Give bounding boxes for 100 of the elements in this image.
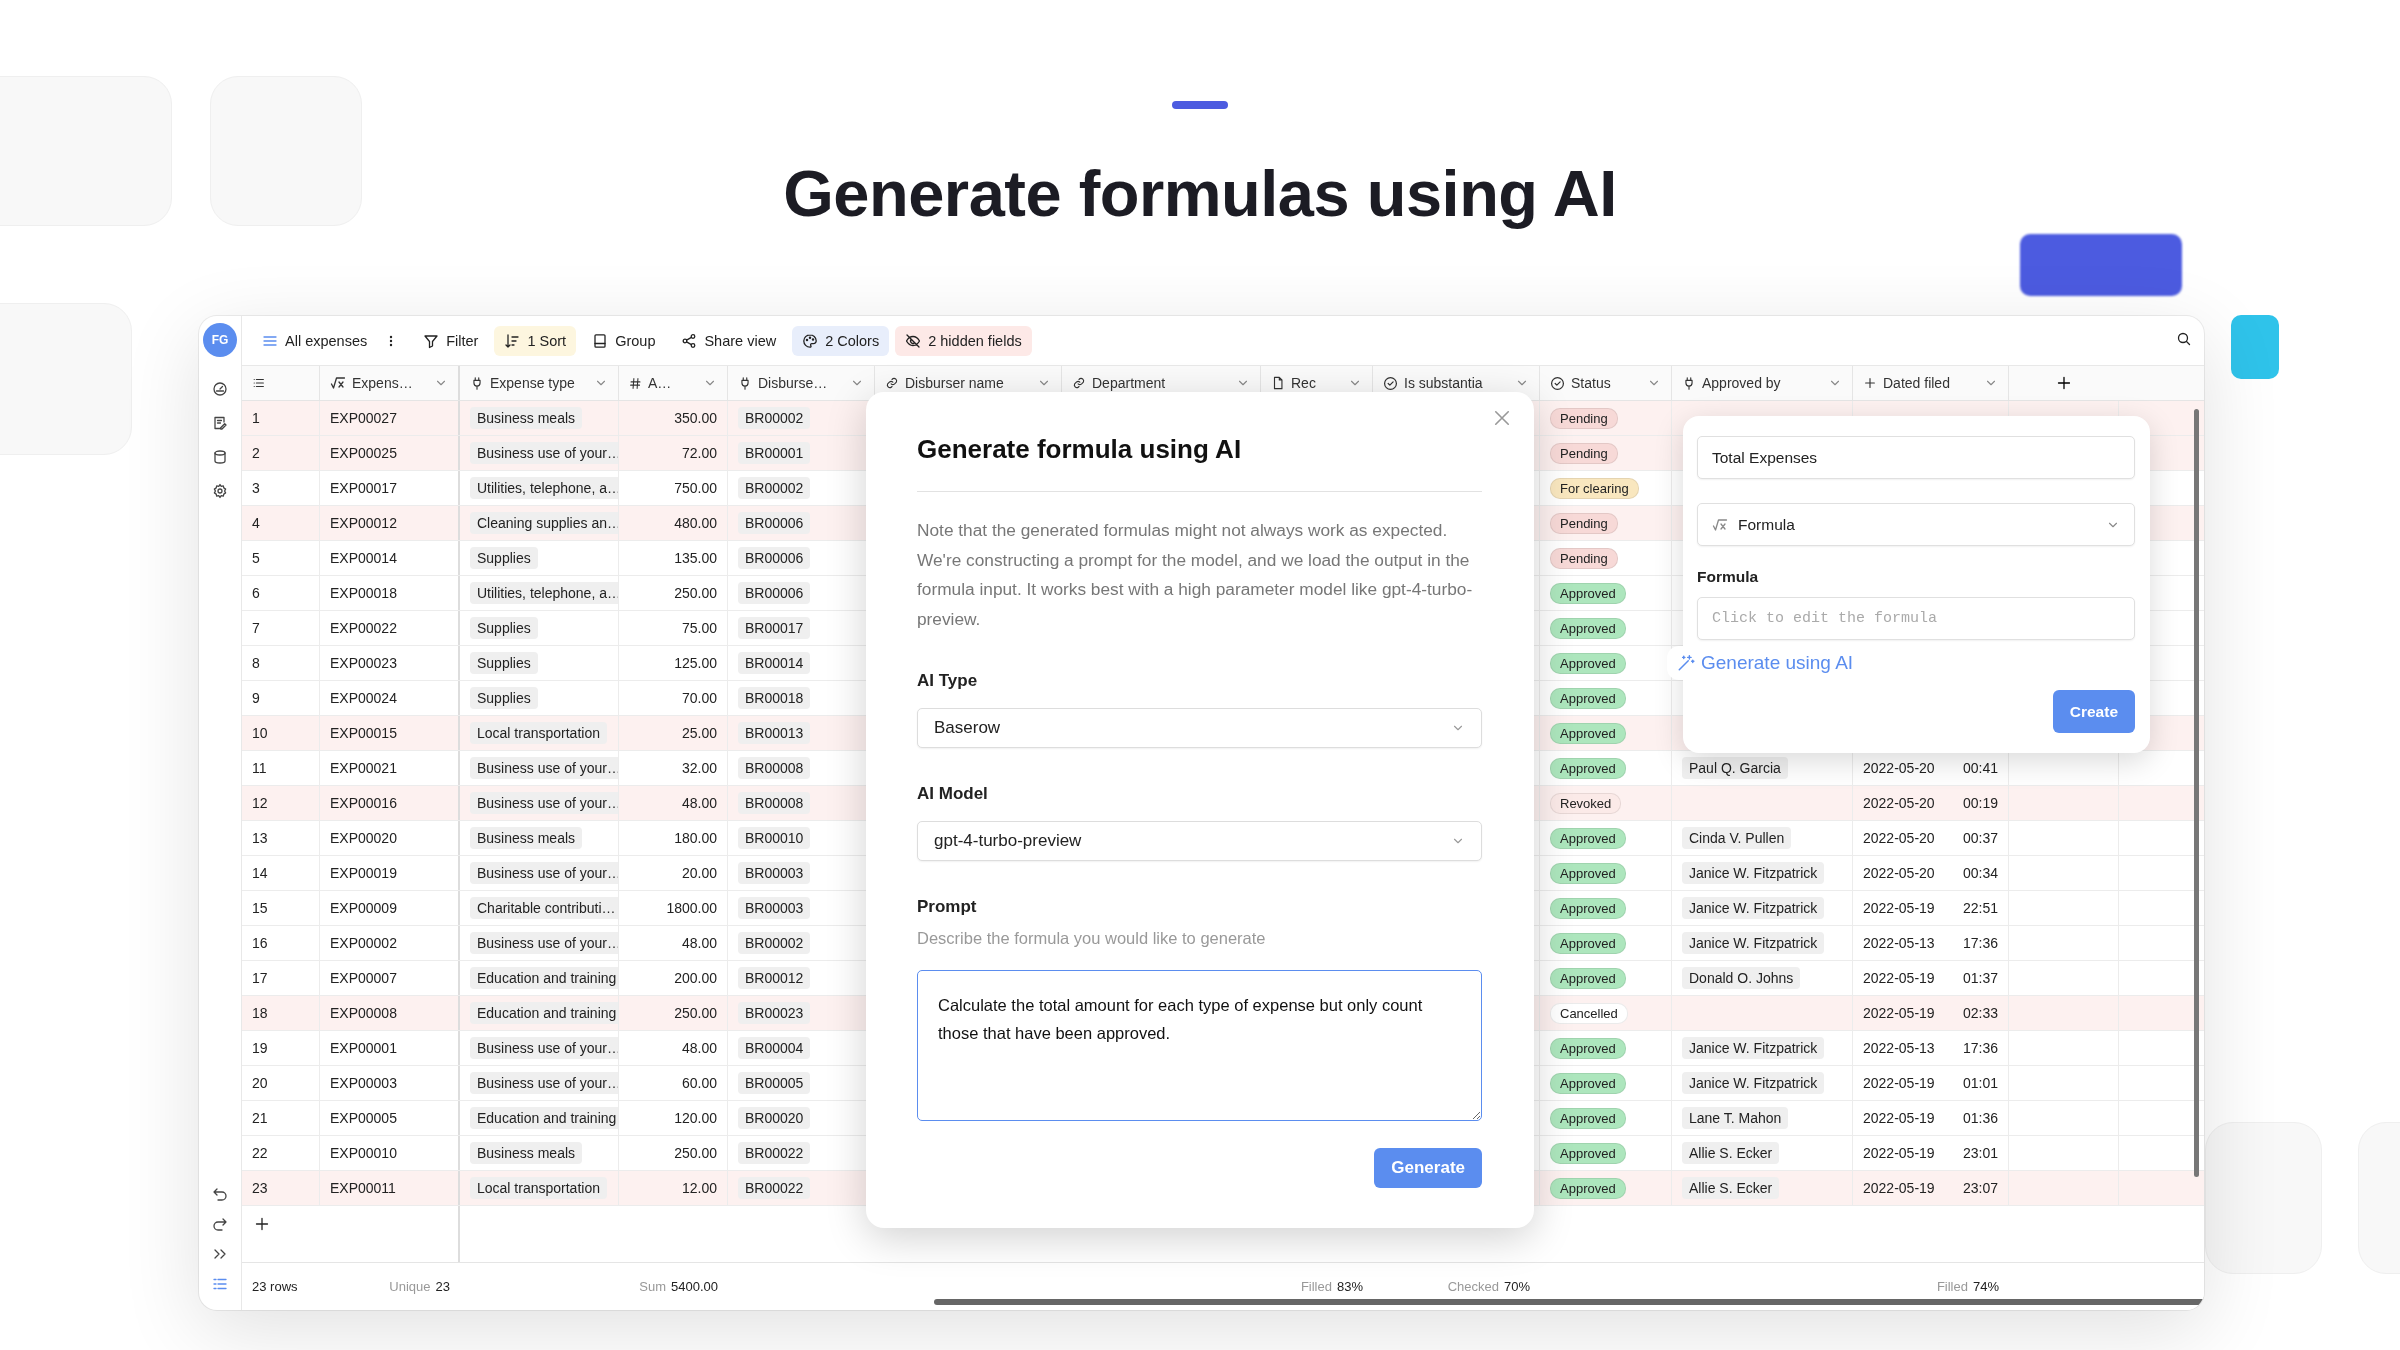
table-cell: 750.00 (619, 471, 728, 505)
status-badge: Pending (1550, 407, 1618, 429)
approver-chip: Cinda V. Pullen (1682, 827, 1792, 849)
table-cell: 70.00 (619, 681, 728, 715)
status-badge: Pending (1550, 547, 1618, 569)
column-header[interactable]: Expense type (460, 366, 619, 400)
table-cell: 72.00 (619, 436, 728, 470)
field-type-dropdown[interactable]: Formula (1697, 503, 2135, 546)
filter-icon (423, 332, 440, 349)
status-badge: Approved (1550, 687, 1626, 709)
disburse-chip: BR00004 (738, 1037, 811, 1059)
status-badge: Approved (1550, 932, 1626, 954)
approver-chip: Allie S. Ecker (1682, 1142, 1780, 1164)
row-number: 5 (242, 541, 320, 575)
share-button[interactable]: Share view (671, 325, 787, 356)
table-cell: 180.00 (619, 821, 728, 855)
time-text: 00:19 (1962, 795, 1998, 811)
plus-icon (2056, 375, 2072, 391)
table-cell: 250.00 (619, 1136, 728, 1170)
footer-label: Filled (1300, 1279, 1332, 1294)
field-label: Prompt (917, 897, 978, 918)
sort-icon (504, 332, 521, 349)
horizontal-scrollbar[interactable] (934, 1299, 2204, 1305)
row-number: 21 (242, 1101, 320, 1135)
disburse-chip: BR00020 (738, 1107, 811, 1129)
formula-icon (1712, 516, 1728, 533)
dropdown-field[interactable]: gpt-4-turbo-preview (917, 820, 1482, 862)
accent-bar (1172, 101, 1228, 109)
undo-icon (212, 1186, 228, 1202)
column-header[interactable]: Approved by (1672, 366, 1853, 400)
view-selector[interactable]: All expenses (262, 325, 378, 356)
sort-button[interactable]: 1 Sort (494, 325, 577, 356)
expense-type-chip: Local transportation (470, 722, 607, 744)
status-badge: Cancelled (1550, 1002, 1628, 1024)
disburse-chip: BR00022 (738, 1142, 811, 1164)
date-text: 2022-05-20 (1863, 865, 1935, 881)
table-cell: 32.00 (619, 751, 728, 785)
footer-value: 70% (1503, 1279, 1530, 1294)
prompt-field[interactable]: Calculate the total amount for each type of expense but only count those that have been approved. (917, 970, 1482, 1122)
group-icon (592, 332, 609, 349)
table-cell: 75.00 (619, 611, 728, 645)
time-text: 02:33 (1962, 1005, 1998, 1021)
disburse-chip: BR00014 (738, 652, 811, 674)
plus-icon (1863, 376, 1877, 390)
table-cell: 125.00 (619, 646, 728, 680)
table-cell: 12.00 (619, 1171, 728, 1205)
close-icon (1492, 408, 1512, 428)
time-text: 00:41 (1962, 760, 1998, 776)
expense-type-chip: Business meals (470, 827, 583, 849)
dashboard-icon (212, 381, 228, 397)
row-number: 18 (242, 996, 320, 1030)
footer-label: Unique (389, 1279, 431, 1294)
approver-chip: Janice W. Fitzpatrick (1682, 862, 1825, 884)
formula-icon (330, 375, 346, 391)
status-badge: Approved (1550, 1107, 1626, 1129)
row-number: 13 (242, 821, 320, 855)
time-text: 17:36 (1962, 935, 1998, 951)
column-header[interactable]: Dated filed (1853, 366, 2009, 400)
dropdown-field[interactable]: Baserow (917, 707, 1482, 748)
date-text: 2022-05-19 (1863, 1180, 1935, 1196)
footer-label: Filled (1936, 1279, 1968, 1294)
filter-button[interactable]: Filter (413, 325, 489, 356)
hidden-button[interactable]: 2 hidden fields (895, 325, 1032, 356)
expense-type-chip: Supplies (470, 547, 538, 569)
palette-icon (802, 332, 819, 349)
status-badge: Approved (1550, 617, 1626, 639)
list-icon (252, 376, 266, 390)
circle-check-icon (1383, 375, 1398, 391)
plug-icon (1682, 376, 1696, 390)
status-badge: Approved (1550, 1072, 1626, 1094)
vertical-scrollbar[interactable] (2194, 409, 2199, 1177)
field-name-input[interactable]: Total Expenses (1697, 436, 2135, 479)
table-cell: 25.00 (619, 716, 728, 750)
disburse-chip: BR00002 (738, 477, 811, 499)
time-text: 23:01 (1962, 1145, 1998, 1161)
column-header[interactable]: Status (1540, 366, 1672, 400)
date-text: 2022-05-20 (1863, 830, 1935, 846)
row-number: 4 (242, 506, 320, 540)
settings-icon (212, 483, 228, 499)
date-text: 2022-05-13 (1863, 1040, 1935, 1056)
disburse-chip: BR00002 (738, 932, 811, 954)
disburse-chip: BR00013 (738, 722, 811, 744)
footer-label: Sum (639, 1279, 666, 1294)
status-badge: Approved (1550, 1142, 1626, 1164)
table-cell: 250.00 (619, 996, 728, 1030)
time-text: 00:34 (1962, 865, 1998, 881)
plug-icon (738, 376, 752, 390)
search-icon (2176, 331, 2192, 347)
group-button[interactable]: Group (582, 325, 666, 356)
plug-icon (470, 376, 484, 390)
footer-value: 23 rows (252, 1279, 298, 1294)
more-icon[interactable] (389, 333, 394, 348)
row-number: 22 (242, 1136, 320, 1170)
column-header[interactable]: A… (619, 366, 728, 400)
row-number: 14 (242, 856, 320, 890)
date-text: 2022-05-19 (1863, 970, 1935, 986)
time-text: 01:36 (1962, 1110, 1998, 1126)
disburse-chip: BR00012 (738, 967, 811, 989)
disburse-chip: BR00001 (738, 442, 811, 464)
colors-button[interactable]: 2 Colors (792, 325, 890, 356)
